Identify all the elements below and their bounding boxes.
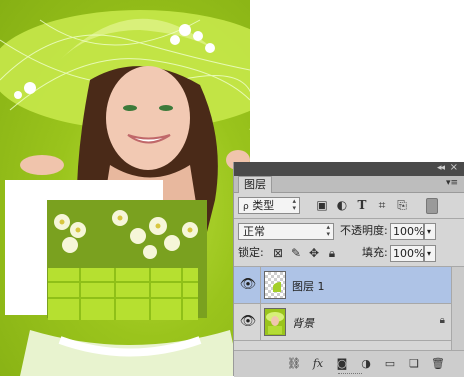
new-layer-icon[interactable]: ❏ <box>406 356 422 372</box>
type-filter-icon[interactable]: T <box>354 197 370 213</box>
image-filter-icon[interactable]: ▣ <box>314 197 330 213</box>
panel-tab-row: 图层 ▾≡ <box>234 176 464 193</box>
collapse-icon[interactable]: ◂◂ <box>437 163 445 173</box>
fill-field[interactable]: 100% <box>390 245 424 262</box>
layer-row[interactable]: 👁︎ 背景 🔒︎ <box>234 304 453 341</box>
photo-canvas <box>0 0 250 376</box>
layer-thumbnail <box>264 271 286 299</box>
filter-toggle-icon[interactable] <box>426 198 438 214</box>
blend-mode-select[interactable]: 正常 ▴ ▾ <box>238 223 334 240</box>
shape-filter-icon[interactable]: ⌗ <box>374 197 390 213</box>
search-icon: ρ <box>243 202 249 212</box>
blend-mode-value: 正常 <box>243 225 265 238</box>
tab-layers[interactable]: 图层 <box>238 176 272 193</box>
panel-title-bar: ◂◂ × <box>234 162 464 176</box>
filter-kind-label: 类型 <box>252 199 275 212</box>
lock-pixels-icon[interactable]: ⊠ <box>270 245 286 261</box>
folder-icon[interactable]: ▭ <box>382 356 398 372</box>
lock-label: 锁定: <box>238 246 264 259</box>
lock-row: 锁定: ⊠ ✎ ✥ 🔒︎ 填充: 100% ▾ <box>234 241 464 265</box>
smart-object-filter-icon[interactable]: ⎘ <box>394 197 410 213</box>
layer-name: 背景 <box>292 317 314 330</box>
chevron-down-icon[interactable]: ▾ <box>424 245 436 262</box>
stepper-icon: ▴ ▾ <box>326 223 330 238</box>
divider <box>260 267 261 304</box>
layer-name: 图层 1 <box>292 280 325 293</box>
lock-all-icon[interactable]: 🔒︎ <box>324 245 340 261</box>
eye-icon[interactable]: 👁︎ <box>238 277 258 293</box>
stepper-icon: ▴ ▾ <box>292 197 296 212</box>
lock-brush-icon[interactable]: ✎ <box>288 245 304 261</box>
fill-label: 填充: <box>362 246 388 259</box>
adjustment-icon[interactable]: ◑ <box>358 356 374 372</box>
layer-thumbnail <box>264 308 286 336</box>
opacity-field[interactable]: 100% <box>390 223 424 240</box>
chevron-down-icon[interactable]: ▾ <box>424 223 436 240</box>
panel-menu-icon[interactable]: ▾≡ <box>446 178 458 188</box>
filter-kind-select[interactable]: ρ 类型 ▴ ▾ <box>238 197 300 214</box>
layers-scrollbar[interactable] <box>451 267 464 350</box>
layer-row[interactable]: 👁︎ 图层 1 <box>234 267 453 304</box>
close-icon[interactable]: × <box>450 162 458 173</box>
lock-move-icon[interactable]: ✥ <box>306 245 322 261</box>
divider <box>260 304 261 341</box>
canvas-empty-area <box>250 0 464 160</box>
layers-panel: ◂◂ × 图层 ▾≡ ρ 类型 ▴ ▾ ▣ ◐ T ⌗ ⎘ 正常 ▴ ▾ 不透明度:… <box>233 162 464 377</box>
blend-row: 正常 ▴ ▾ 不透明度: 100% ▾ <box>234 219 464 243</box>
lock-icon: 🔒︎ <box>439 315 445 326</box>
adjustment-filter-icon[interactable]: ◐ <box>334 197 350 213</box>
eye-icon[interactable]: 👁︎ <box>238 314 258 330</box>
trash-icon[interactable]: 🗑︎ <box>430 356 446 372</box>
opacity-label: 不透明度: <box>340 224 388 237</box>
panel-bottom-bar: ⛓ fx ◙ ◑ ▭ ❏ 🗑︎ <box>234 350 464 377</box>
filter-row: ρ 类型 ▴ ▾ ▣ ◐ T ⌗ ⎘ <box>234 193 464 217</box>
photo-illustration <box>0 10 250 376</box>
fx-icon[interactable]: fx <box>310 356 326 372</box>
link-icon[interactable]: ⛓ <box>286 356 302 372</box>
mask-icon[interactable]: ◙ <box>334 356 350 372</box>
